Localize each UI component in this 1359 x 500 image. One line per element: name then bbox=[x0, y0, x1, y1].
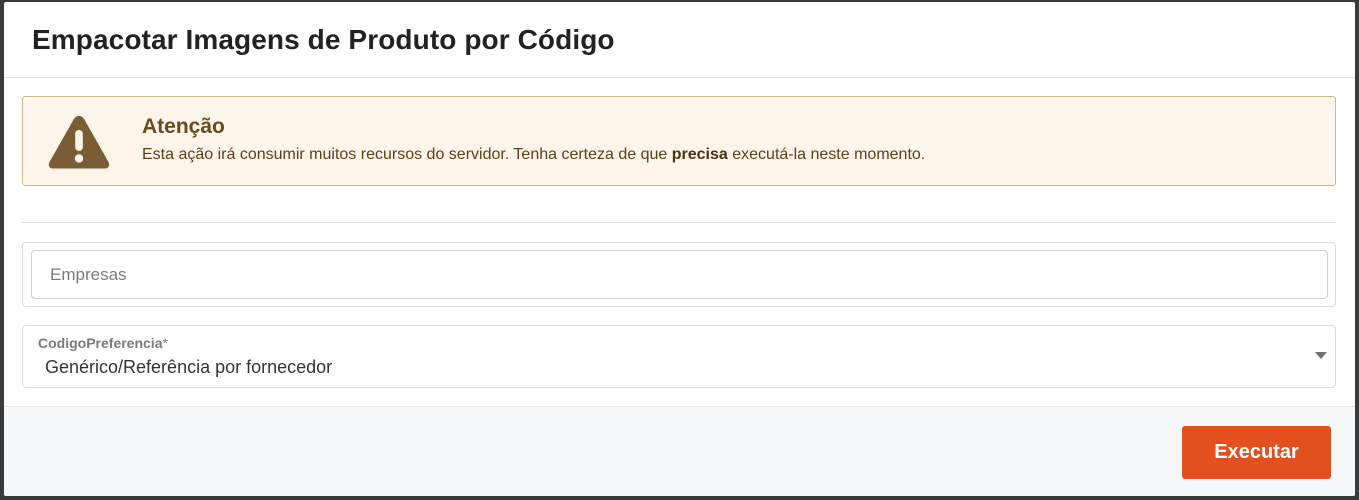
modal-dialog: Empacotar Imagens de Produto por Código … bbox=[4, 2, 1355, 496]
empresas-field-group bbox=[22, 242, 1336, 307]
codigo-preferencia-select[interactable]: CodigoPreferencia* Genérico/Referência p… bbox=[22, 325, 1336, 388]
alert-message: Esta ação irá consumir muitos recursos d… bbox=[142, 146, 925, 164]
required-mark: * bbox=[162, 335, 168, 351]
section-divider bbox=[22, 222, 1336, 223]
alert-message-emphasis: precisa bbox=[671, 146, 728, 163]
empresas-input[interactable] bbox=[31, 250, 1328, 299]
codigo-preferencia-label-text: CodigoPreferencia bbox=[38, 335, 163, 351]
alert-message-end: executá-la neste momento. bbox=[727, 146, 926, 163]
execute-button[interactable]: Executar bbox=[1182, 426, 1331, 479]
modal-header: Empacotar Imagens de Produto por Código bbox=[4, 2, 1355, 78]
alert-title: Atenção bbox=[142, 115, 225, 138]
codigo-preferencia-value: Genérico/Referência por fornecedor bbox=[45, 357, 333, 377]
modal-title: Empacotar Imagens de Produto por Código bbox=[32, 24, 615, 55]
codigo-preferencia-label: CodigoPreferencia* bbox=[38, 335, 168, 351]
caret-down-icon[interactable] bbox=[1315, 352, 1327, 359]
modal-footer: Executar bbox=[4, 406, 1355, 496]
warning-alert: Atenção Esta ação irá consumir muitos re… bbox=[22, 96, 1336, 186]
alert-message-start: Esta ação irá consumir muitos recursos d… bbox=[142, 146, 672, 163]
warning-triangle-icon bbox=[48, 116, 110, 169]
